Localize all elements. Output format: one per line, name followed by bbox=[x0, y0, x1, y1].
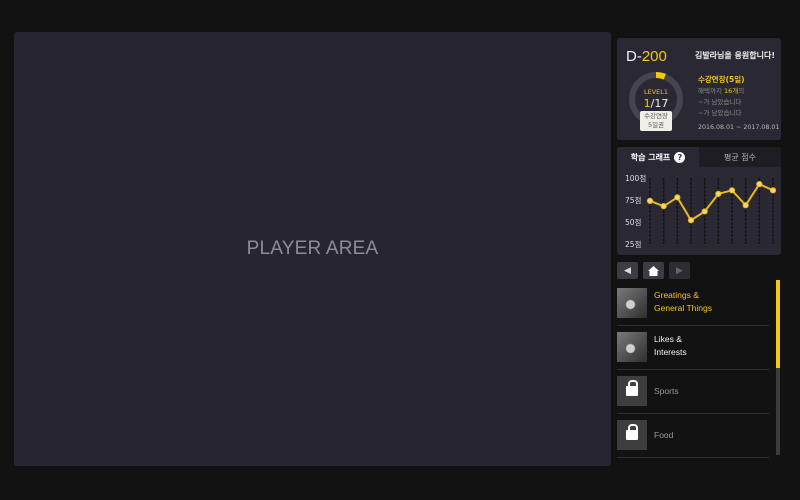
course-period: 2016.08.01 ~ 2017.08.01 bbox=[698, 124, 780, 131]
player-label: PLAYER AREA bbox=[246, 238, 379, 259]
data-point[interactable] bbox=[728, 187, 736, 194]
chapter-list: Greatings & General Things Likes & Inter… bbox=[617, 282, 769, 458]
chapter-item[interactable]: Greatings & General Things bbox=[617, 282, 769, 326]
chapter-title: Food bbox=[654, 430, 674, 440]
cheer-message: 김발라님을 응원합니다! bbox=[694, 51, 775, 60]
extension-ticket[interactable]: 수강연장 5일권 bbox=[640, 111, 672, 131]
chapter-item[interactable]: Food bbox=[617, 414, 769, 458]
progress-current: 1 bbox=[643, 97, 651, 110]
chapter-item[interactable]: Sports bbox=[617, 370, 769, 414]
home-button[interactable] bbox=[643, 262, 664, 279]
learning-graph-panel: 학습 그래프 ? 평균 점수 100점 75점 50점 25점 bbox=[617, 147, 781, 255]
prev-icon: ◀ bbox=[624, 265, 631, 276]
d-day-number: 200 bbox=[641, 48, 667, 65]
prev-button[interactable]: ◀ bbox=[617, 262, 638, 279]
d-day-counter: D-200 bbox=[626, 48, 667, 65]
extension-title: 수강연장(5일) bbox=[698, 75, 745, 84]
extension-detail-1: 해택까지 16개의 bbox=[698, 85, 744, 95]
y-tick-label: 50점 bbox=[625, 218, 642, 227]
y-tick-label: 75점 bbox=[625, 196, 642, 205]
chapter-title: Likes & Interests bbox=[654, 333, 687, 359]
chapter-title-line-2: General Things bbox=[654, 303, 712, 313]
extension-detail-2: ~가 남았습니다 bbox=[698, 98, 742, 106]
course-info-panel: D-200 김발라님을 응원합니다! LEVEL1 1/17 수강연장 5일권 … bbox=[617, 38, 781, 140]
detail-prefix: 해택까지 bbox=[698, 87, 724, 95]
extension-detail-3: ~가 남았습니다 bbox=[698, 109, 742, 117]
data-point[interactable] bbox=[674, 194, 681, 201]
lock-icon bbox=[626, 424, 638, 440]
progress-count: 1/17 bbox=[625, 97, 687, 110]
chapter-title-line-2: Interests bbox=[654, 347, 687, 357]
progress-gauge: LEVEL1 1/17 수강연장 5일권 bbox=[625, 68, 687, 131]
chapter-thumbnail bbox=[617, 288, 647, 318]
series-line bbox=[649, 182, 774, 222]
progress-total: /17 bbox=[650, 97, 669, 110]
score-chart bbox=[646, 178, 777, 244]
chapter-thumbnail-locked bbox=[617, 376, 647, 406]
chapter-item[interactable]: Likes & Interests bbox=[617, 326, 769, 370]
chapter-title-line-1: Likes & bbox=[654, 334, 682, 344]
data-point[interactable] bbox=[701, 208, 708, 215]
next-icon: ▶ bbox=[676, 265, 683, 276]
data-point[interactable] bbox=[687, 217, 695, 224]
detail-suffix: 의 bbox=[738, 87, 745, 95]
y-tick-label: 100점 bbox=[625, 174, 647, 183]
player-area[interactable]: PLAYER AREA bbox=[14, 32, 611, 466]
chapter-title: Sports bbox=[654, 386, 679, 396]
data-point[interactable] bbox=[769, 187, 777, 194]
home-icon bbox=[648, 265, 659, 276]
ticket-line-1: 수강연장 bbox=[644, 112, 668, 120]
data-point[interactable] bbox=[646, 197, 654, 204]
next-button[interactable]: ▶ bbox=[669, 262, 690, 279]
chapter-title-line-1: Greatings & bbox=[654, 290, 699, 300]
data-point[interactable] bbox=[660, 203, 667, 210]
data-point[interactable] bbox=[742, 202, 749, 209]
chapter-thumbnail bbox=[617, 332, 647, 362]
chapter-title: Greatings & General Things bbox=[654, 289, 712, 315]
level-label: LEVEL1 bbox=[643, 88, 669, 96]
y-tick-label: 25점 bbox=[625, 240, 642, 249]
d-day-prefix: D- bbox=[626, 48, 642, 65]
detail-highlight: 16개 bbox=[724, 87, 739, 95]
data-point[interactable] bbox=[715, 190, 722, 197]
chapter-thumbnail-locked bbox=[617, 420, 647, 450]
data-point[interactable] bbox=[756, 181, 763, 188]
scrollbar-thumb[interactable] bbox=[776, 280, 780, 368]
ticket-line-2: 5일권 bbox=[647, 121, 665, 129]
chapter-scrollbar[interactable] bbox=[776, 280, 780, 455]
lock-icon bbox=[626, 380, 638, 396]
